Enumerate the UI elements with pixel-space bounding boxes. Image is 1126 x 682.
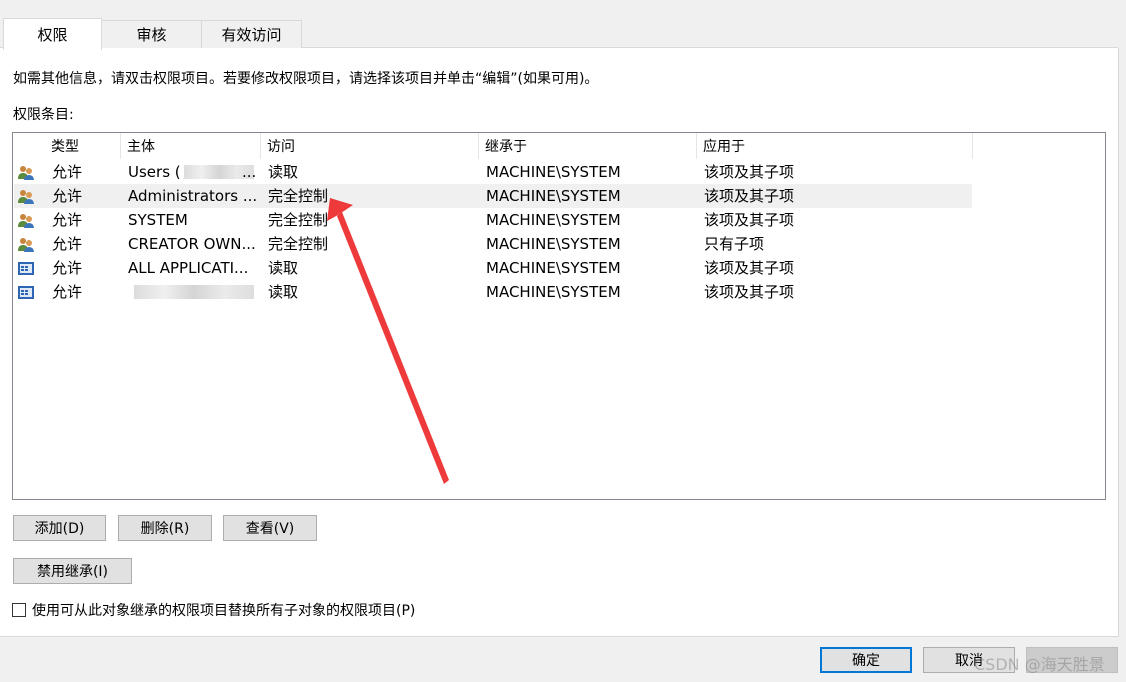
cell-access: 完全控制: [268, 235, 329, 253]
redaction-blur: [134, 285, 254, 299]
cell-type: 允许: [52, 235, 83, 253]
cell-type: 允许: [52, 187, 83, 205]
ok-button[interactable]: 确定: [820, 647, 912, 673]
cell-type: 允许: [52, 283, 83, 301]
table-row[interactable]: 允许 SYSTEM 完全控制 MACHINE\SYSTEM 该项及其子项: [14, 208, 972, 232]
table-row[interactable]: 允许 读取 MACHINE\SYSTEM 该项及其子项: [14, 280, 972, 304]
cell-type: 允许: [52, 163, 83, 181]
cell-applies-to: 该项及其子项: [704, 163, 795, 181]
watermark: CSDN @海天胜景: [974, 655, 1105, 674]
column-header-access[interactable]: 访问: [261, 133, 479, 159]
remove-button[interactable]: 删除(R): [118, 515, 212, 541]
cell-principal-suffix: ...: [242, 163, 257, 181]
app-package-icon: [17, 284, 35, 300]
cell-access: 完全控制: [268, 211, 329, 229]
permission-entries-label: 权限条目:: [13, 107, 74, 123]
info-text: 如需其他信息，请双击权限项目。若要修改权限项目，请选择该项目并单击“编辑”(如果…: [13, 71, 599, 87]
column-header-applies-to[interactable]: 应用于: [697, 133, 973, 159]
permission-entries-list[interactable]: 类型 主体 访问 继承于 应用于 允许 Users (... 读取 MACHINE\S…: [12, 132, 1106, 500]
add-button[interactable]: 添加(D): [13, 515, 106, 541]
cell-applies-to: 该项及其子项: [704, 211, 795, 229]
replace-child-permissions-checkbox[interactable]: [12, 603, 26, 617]
cell-principal: Administrators ...: [128, 187, 258, 205]
table-row[interactable]: 允许 Administrators ... 完全控制 MACHINE\SYSTEM 该项…: [14, 184, 972, 208]
replace-child-permissions-label[interactable]: 使用可从此对象继承的权限项目替换所有子对象的权限项目(P): [32, 600, 415, 620]
cell-access: 完全控制: [268, 187, 329, 205]
cell-type: 允许: [52, 259, 83, 277]
app-package-icon: [17, 260, 35, 276]
cell-principal: CREATOR OWN...: [128, 235, 256, 253]
users-group-icon: [17, 212, 35, 228]
cell-inherited-from: MACHINE\SYSTEM: [486, 187, 621, 205]
cell-access: 读取: [268, 163, 299, 181]
users-group-icon: [17, 164, 35, 180]
cell-access: 读取: [268, 259, 299, 277]
table-row[interactable]: 允许 CREATOR OWN... 完全控制 MACHINE\SYSTEM 只有子项: [14, 232, 972, 256]
cell-principal: ALL APPLICATI...: [128, 259, 249, 277]
cell-applies-to: 该项及其子项: [704, 259, 795, 277]
cell-applies-to: 该项及其子项: [704, 187, 795, 205]
cell-inherited-from: MACHINE\SYSTEM: [486, 235, 621, 253]
column-header-principal[interactable]: 主体: [121, 133, 261, 159]
cell-principal: SYSTEM: [128, 211, 188, 229]
cell-access: 读取: [268, 283, 299, 301]
tab-auditing[interactable]: 审核: [101, 20, 202, 48]
cell-type: 允许: [52, 211, 83, 229]
cell-principal: Users (: [128, 163, 181, 181]
column-header-inherited-from[interactable]: 继承于: [479, 133, 697, 159]
table-row[interactable]: 允许 ALL APPLICATI... 读取 MACHINE\SYSTEM 该项及其子项: [14, 256, 972, 280]
cell-applies-to: 只有子项: [704, 235, 765, 253]
cell-inherited-from: MACHINE\SYSTEM: [486, 163, 621, 181]
cell-inherited-from: MACHINE\SYSTEM: [486, 211, 621, 229]
table-row[interactable]: 允许 Users (... 读取 MACHINE\SYSTEM 该项及其子项: [14, 160, 972, 184]
tab-permissions[interactable]: 权限: [3, 18, 102, 50]
view-button[interactable]: 查看(V): [223, 515, 317, 541]
cell-applies-to: 该项及其子项: [704, 283, 795, 301]
users-group-icon: [17, 188, 35, 204]
cell-inherited-from: MACHINE\SYSTEM: [486, 283, 621, 301]
tab-effective-access[interactable]: 有效访问: [201, 20, 302, 48]
cell-inherited-from: MACHINE\SYSTEM: [486, 259, 621, 277]
disable-inheritance-button[interactable]: 禁用继承(I): [13, 558, 132, 584]
users-group-icon: [17, 236, 35, 252]
column-header-type[interactable]: 类型: [45, 133, 121, 159]
